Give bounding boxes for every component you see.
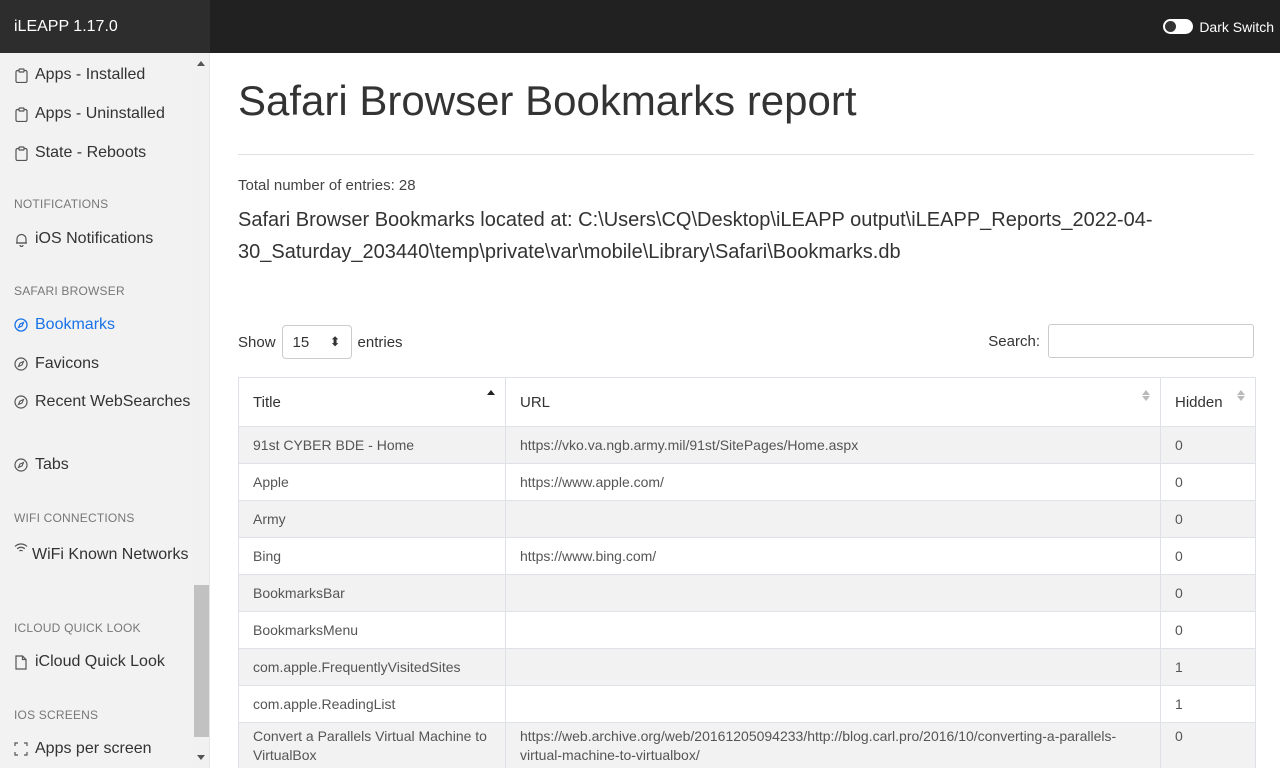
cell-url: https://vko.va.ngb.army.mil/91st/SitePag… [505,426,1161,464]
cell-hidden: 0 [1160,574,1256,612]
cell-title: BookmarksMenu [238,611,506,649]
sort-icon [1237,390,1245,401]
table-row[interactable]: BookmarksMenu 0 [238,611,1256,649]
show-label: Show [238,333,276,351]
column-header-hidden[interactable]: Hidden [1160,377,1256,427]
section-header-wifi: WIFI CONNECTIONS [14,511,135,525]
sidebar-item-bookmarks[interactable]: Bookmarks [14,315,115,335]
table-row[interactable]: Apple https://www.apple.com/ 0 [238,463,1256,501]
scrollbar-thumb[interactable] [194,585,209,737]
cell-hidden: 0 [1160,463,1256,501]
scroll-down-icon[interactable] [197,755,205,760]
select-caret-icon: ⬍ [329,334,341,349]
cell-hidden: 0 [1160,426,1256,464]
section-header-icloud: ICLOUD QUICK LOOK [14,621,141,635]
frame-icon [14,739,28,759]
bell-icon [14,229,28,249]
cell-title: BookmarksBar [238,574,506,612]
section-header-notifications: NOTIFICATIONS [14,197,109,211]
cell-title: com.apple.ReadingList [238,685,506,723]
cell-url: https://www.bing.com/ [505,537,1161,575]
table-row[interactable]: com.apple.ReadingList 1 [238,685,1256,723]
table-row[interactable]: com.apple.FrequentlyVisitedSites 1 [238,648,1256,686]
sort-icon [1142,390,1150,401]
dark-switch[interactable]: Dark Switch [1163,0,1274,53]
wifi-icon [14,542,28,562]
file-icon [14,652,28,672]
table-row[interactable]: BookmarksBar 0 [238,574,1256,612]
cell-url [505,648,1161,686]
total-entries: Total number of entries: 28 [238,177,416,194]
search-label: Search: [988,332,1040,350]
cell-url [505,611,1161,649]
cell-title: com.apple.FrequentlyVisitedSites [238,648,506,686]
toggle-switch[interactable] [1163,19,1194,34]
sort-icon [487,390,495,395]
sidebar-item-apps-uninstalled[interactable]: Apps - Uninstalled [14,104,165,124]
cell-url: https://www.apple.com/ [505,463,1161,501]
cell-title: Bing [238,537,506,575]
main-content: Safari Browser Bookmarks report Total nu… [210,53,1280,768]
table-row[interactable]: Bing https://www.bing.com/ 0 [238,537,1256,575]
clipboard-icon [14,104,28,124]
cell-hidden: 0 [1160,611,1256,649]
sidebar-scrollbar[interactable] [193,53,209,768]
sidebar-item-wifi-known-networks[interactable]: WiFi Known Networks [0,542,192,566]
search-input[interactable] [1048,324,1254,358]
table-row[interactable]: Army 0 [238,500,1256,538]
table-row[interactable]: Convert a Parallels Virtual Machine to V… [238,722,1256,768]
sidebar-item-icloud-quick-look[interactable]: iCloud Quick Look [14,652,165,672]
cell-url [505,500,1161,538]
search-control: Search: [988,324,1254,358]
bookmarks-table: Title URL Hidden 91st CYBER BDE - Home h… [238,377,1256,768]
compass-icon [14,455,28,475]
cell-hidden: 0 [1160,537,1256,575]
sidebar-item-favicons[interactable]: Favicons [14,354,99,374]
app-brand[interactable]: iLEAPP 1.17.0 [0,0,210,53]
cell-url [505,685,1161,723]
sidebar-item-apps-installed[interactable]: Apps - Installed [14,65,145,85]
entries-label: entries [357,333,403,351]
clipboard-icon [14,143,28,163]
cell-url: https://web.archive.org/web/201612050942… [505,722,1161,768]
compass-icon [14,354,28,374]
column-header-url[interactable]: URL [505,377,1161,427]
cell-title: Apple [238,463,506,501]
dark-switch-label: Dark Switch [1199,18,1274,35]
sidebar-item-recent-websearches[interactable]: Recent WebSearches [14,392,190,412]
cell-hidden: 1 [1160,648,1256,686]
cell-url [505,574,1161,612]
sidebar-item-ios-notifications[interactable]: iOS Notifications [14,229,153,249]
top-navbar: iLEAPP 1.17.0 Dark Switch [0,0,1280,53]
database-location: Safari Browser Bookmarks located at: C:\… [238,209,1153,263]
clipboard-icon [14,65,28,85]
sidebar-item-apps-per-screen[interactable]: Apps per screen [14,739,152,759]
page-title: Safari Browser Bookmarks report [238,77,857,124]
scroll-up-icon[interactable] [197,61,205,66]
sidebar: Apps - Installed Apps - Uninstalled Stat… [0,53,210,768]
page-length-control: Show 15 ⬍ entries [238,325,403,359]
compass-icon [14,392,28,412]
section-header-ios-screens: IOS SCREENS [14,708,99,722]
divider [238,154,1254,155]
sidebar-item-state-reboots[interactable]: State - Reboots [14,143,146,163]
table-row[interactable]: 91st CYBER BDE - Home https://vko.va.ngb… [238,426,1256,464]
cell-hidden: 1 [1160,685,1256,723]
table-header-row: Title URL Hidden [238,377,1256,427]
sidebar-item-tabs[interactable]: Tabs [14,455,69,475]
page-length-select[interactable]: 15 ⬍ [281,325,352,359]
compass-icon [14,315,28,335]
cell-title: 91st CYBER BDE - Home [238,426,506,464]
cell-hidden: 0 [1160,722,1256,768]
column-header-title[interactable]: Title [238,377,506,427]
cell-title: Army [238,500,506,538]
cell-hidden: 0 [1160,500,1256,538]
section-header-safari: SAFARI BROWSER [14,284,125,298]
cell-title: Convert a Parallels Virtual Machine to V… [238,722,506,768]
